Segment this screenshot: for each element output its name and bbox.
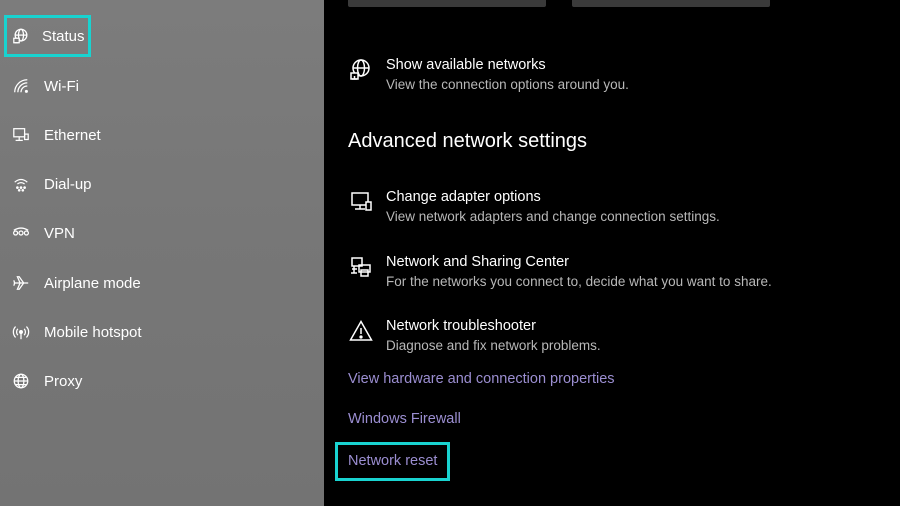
dialup-icon [10, 173, 32, 195]
sidebar-item-label: Status [42, 27, 85, 45]
setting-description: Diagnose and fix network problems. [386, 338, 601, 353]
sharing-printer-icon [348, 254, 374, 280]
sidebar-item-label: VPN [44, 224, 75, 242]
show-available-networks[interactable]: Show available networks View the connect… [348, 56, 868, 95]
network-reset-link[interactable]: Network reset [335, 442, 451, 481]
sidebar-item-status[interactable]: Status [4, 15, 91, 57]
setting-title: Network and Sharing Center [386, 254, 569, 270]
change-adapter-options[interactable]: Change adapter options View network adap… [348, 188, 868, 227]
sidebar-item-label: Mobile hotspot [44, 323, 142, 341]
advanced-network-settings-heading: Advanced network settings [348, 130, 588, 152]
sidebar: Status Wi-Fi Ethernet Dial-up VPN Airpla… [0, 0, 324, 506]
sidebar-item-label: Airplane mode [44, 274, 141, 292]
top-button-partial[interactable] [572, 0, 770, 7]
view-hardware-properties-link[interactable]: View hardware and connection properties [348, 371, 615, 387]
monitor-icon [348, 189, 374, 215]
sidebar-item-ethernet[interactable]: Ethernet [4, 115, 320, 155]
sidebar-item-mobile-hotspot[interactable]: Mobile hotspot [4, 312, 320, 352]
top-button-partial[interactable] [348, 0, 546, 7]
setting-title: Change adapter options [386, 189, 541, 205]
sidebar-item-proxy[interactable]: Proxy [4, 361, 320, 401]
globe-icon [10, 370, 32, 392]
network-and-sharing-center[interactable]: Network and Sharing Center For the netwo… [348, 253, 868, 292]
setting-title: Show available networks [386, 57, 546, 73]
hotspot-icon [10, 321, 32, 343]
setting-description: For the networks you connect to, decide … [386, 274, 772, 289]
network-troubleshooter[interactable]: Network troubleshooter Diagnose and fix … [348, 317, 868, 356]
sidebar-item-label: Proxy [44, 372, 83, 390]
setting-description: View the connection options around you. [386, 77, 629, 92]
main-content: Show available networks View the connect… [324, 0, 900, 506]
sidebar-item-label: Wi-Fi [44, 77, 79, 95]
warning-icon [348, 318, 374, 344]
sidebar-item-airplane-mode[interactable]: Airplane mode [4, 263, 320, 303]
network-globe-icon [348, 57, 374, 83]
sidebar-item-wifi[interactable]: Wi-Fi [4, 66, 320, 106]
setting-description: View network adapters and change connect… [386, 209, 720, 224]
setting-title: Network troubleshooter [386, 318, 536, 334]
sidebar-item-dialup[interactable]: Dial-up [4, 164, 320, 204]
status-globe-icon [10, 25, 32, 47]
sidebar-item-label: Dial-up [44, 175, 92, 193]
sidebar-item-label: Ethernet [44, 126, 101, 144]
ethernet-icon [10, 124, 32, 146]
network-settings-window: Status Wi-Fi Ethernet Dial-up VPN Airpla… [0, 0, 900, 506]
airplane-icon [10, 272, 32, 294]
sidebar-item-vpn[interactable]: VPN [4, 213, 320, 253]
windows-firewall-link[interactable]: Windows Firewall [348, 411, 461, 427]
wifi-icon [10, 75, 32, 97]
vpn-icon [10, 222, 32, 244]
